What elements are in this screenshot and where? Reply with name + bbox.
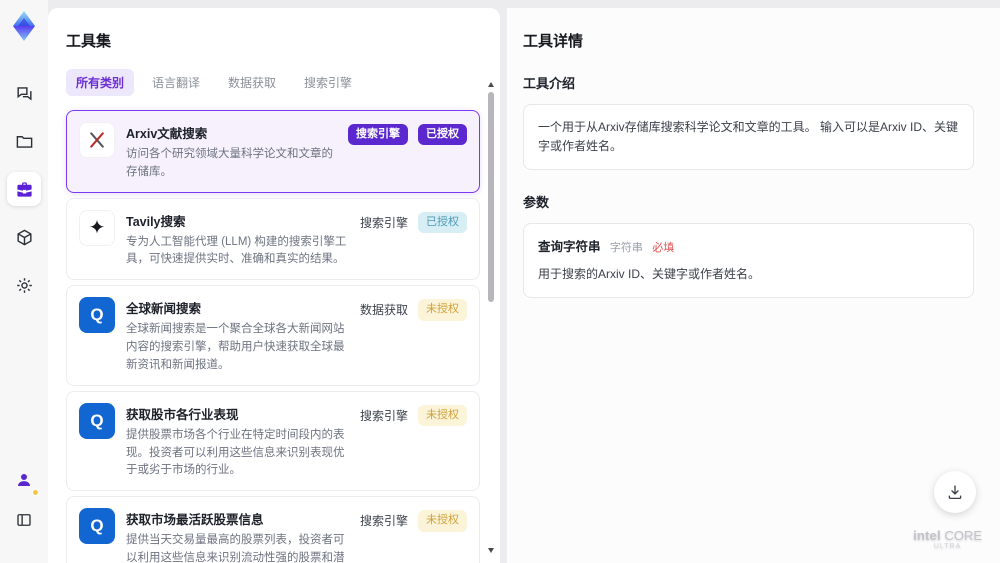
tool-description: 专为人工智能代理 (LLM) 构建的搜索引擎工具，可快速提供实时、准确和真实的结…	[126, 235, 347, 266]
cube-icon	[16, 229, 32, 245]
tool-list-panel: 工具集 所有类别 语言翻译 数据获取 搜索引擎 Arxiv文献搜索 访问各个研究…	[48, 8, 500, 563]
tool-intro-box: 一个用于从Arxiv存储库搜索科学论文和文章的工具。 输入可以是Arxiv ID…	[523, 104, 974, 171]
stock-q-logo-icon: Q	[79, 402, 115, 439]
tool-name: 全球新闻搜索	[126, 302, 202, 317]
page-title: 工具集	[66, 33, 112, 50]
param-box: 查询字符串 字符串 必填 用于搜索的Arxiv ID、关键字或作者姓名。	[523, 223, 974, 299]
download-button[interactable]	[934, 471, 976, 513]
collapse-sidebar-button[interactable]	[7, 503, 41, 537]
params-heading: 参数	[523, 195, 550, 211]
tool-card-arxiv[interactable]: Arxiv文献搜索 访问各个研究领域大量科学论文和文章的存储库。 搜索引擎 已授…	[66, 110, 480, 193]
category-label: 搜索引擎	[359, 215, 408, 230]
sidebar-item-models[interactable]	[7, 220, 41, 254]
tool-name: Tavily搜索	[126, 214, 186, 229]
tavily-logo-icon: ✦	[79, 209, 115, 246]
chat-icon	[16, 86, 32, 100]
tab-all-categories[interactable]: 所有类别	[66, 69, 135, 96]
icon-rail	[0, 0, 48, 563]
user-avatar[interactable]	[7, 463, 41, 497]
intel-core-badge: intel CORE ULTRA	[913, 528, 982, 551]
tab-data-fetch[interactable]: 数据获取	[218, 69, 286, 96]
tool-description: 全球新闻搜索是一个聚合全球各大新闻网站内容的搜索引擎，帮助用户快速获取全球最新资…	[126, 323, 345, 371]
download-icon	[948, 485, 962, 500]
intro-heading: 工具介绍	[523, 76, 576, 91]
status-badge: 未授权	[418, 404, 467, 427]
ultra-brand-text: ULTRA	[933, 543, 962, 551]
gear-icon	[16, 277, 32, 293]
category-tabs: 所有类别 语言翻译 数据获取 搜索引擎	[66, 69, 476, 96]
app-logo-icon[interactable]	[9, 10, 39, 42]
tool-card-tavily[interactable]: ✦ Tavily搜索 专为人工智能代理 (LLM) 构建的搜索引擎工具，可快速提…	[66, 197, 480, 281]
tool-description: 访问各个研究领域大量科学论文和文章的存储库。	[126, 148, 333, 178]
stock-q-logo-icon: Q	[79, 508, 115, 545]
tool-card-list: Arxiv文献搜索 访问各个研究领域大量科学论文和文章的存储库。 搜索引擎 已授…	[66, 110, 480, 563]
sidebar-item-files[interactable]	[7, 124, 41, 158]
category-badge: 搜索引擎	[348, 124, 408, 146]
tool-description: 提供当天交易量最高的股票列表，投资者可以利用这些信息来识别流动性强的股票和潜在的…	[126, 534, 345, 563]
list-scrollbar[interactable]	[487, 82, 495, 553]
tool-card-sector-performance[interactable]: Q 获取股市各行业表现 提供股票市场各个行业在特定时间段内的表现。投资者可以利用…	[66, 390, 480, 492]
core-brand-text: CORE	[944, 528, 982, 544]
scroll-up-arrow[interactable]	[488, 82, 494, 87]
status-badge: 未授权	[418, 510, 467, 532]
person-icon	[18, 474, 30, 486]
sidebar-item-toolbox[interactable]	[7, 172, 41, 206]
intel-brand-text: intel	[913, 528, 941, 544]
param-required-flag: 必填	[652, 242, 675, 255]
status-badge: 已授权	[418, 124, 467, 146]
tab-search-engine[interactable]: 搜索引擎	[294, 69, 362, 96]
category-label: 搜索引擎	[359, 514, 408, 529]
detail-title: 工具详情	[523, 33, 584, 50]
app-window: 工具集 所有类别 语言翻译 数据获取 搜索引擎 Arxiv文献搜索 访问各个研究…	[0, 0, 1000, 563]
status-badge: 未授权	[418, 299, 467, 321]
param-description: 用于搜索的Arxiv ID、关键字或作者姓名。	[538, 266, 761, 281]
panel-collapse-icon	[17, 514, 31, 526]
arxiv-logo-icon	[79, 122, 115, 158]
sidebar-item-chat[interactable]	[7, 76, 41, 110]
param-type: 字符串	[609, 242, 643, 255]
news-q-logo-icon: Q	[79, 297, 115, 334]
toolbox-icon	[16, 181, 32, 197]
tool-card-most-active-stocks[interactable]: Q 获取市场最活跃股票信息 提供当天交易量最高的股票列表，投资者可以利用这些信息…	[66, 496, 480, 563]
status-dot	[32, 489, 39, 496]
folder-icon	[16, 135, 32, 148]
category-label: 数据获取	[359, 303, 408, 318]
tool-card-global-news[interactable]: Q 全球新闻搜索 全球新闻搜索是一个聚合全球各大新闻网站内容的搜索引擎，帮助用户…	[66, 285, 480, 386]
status-badge: 已授权	[418, 211, 467, 234]
param-name: 查询字符串	[538, 240, 601, 255]
tool-name: Arxiv文献搜索	[126, 127, 208, 141]
sidebar-item-settings[interactable]	[7, 268, 41, 302]
tool-description: 提供股票市场各个行业在特定时间段内的表现。投资者可以利用这些信息来识别表现优于或…	[126, 428, 345, 477]
tab-translation[interactable]: 语言翻译	[142, 69, 210, 96]
tool-name: 获取市场最活跃股票信息	[126, 513, 264, 528]
scrollbar-thumb[interactable]	[488, 92, 494, 302]
tool-name: 获取股市各行业表现	[126, 407, 239, 422]
category-label: 搜索引擎	[359, 408, 408, 423]
scroll-down-arrow[interactable]	[488, 548, 494, 553]
tool-detail-panel: 工具详情 工具介绍 一个用于从Arxiv存储库搜索科学论文和文章的工具。 输入可…	[506, 8, 1000, 563]
